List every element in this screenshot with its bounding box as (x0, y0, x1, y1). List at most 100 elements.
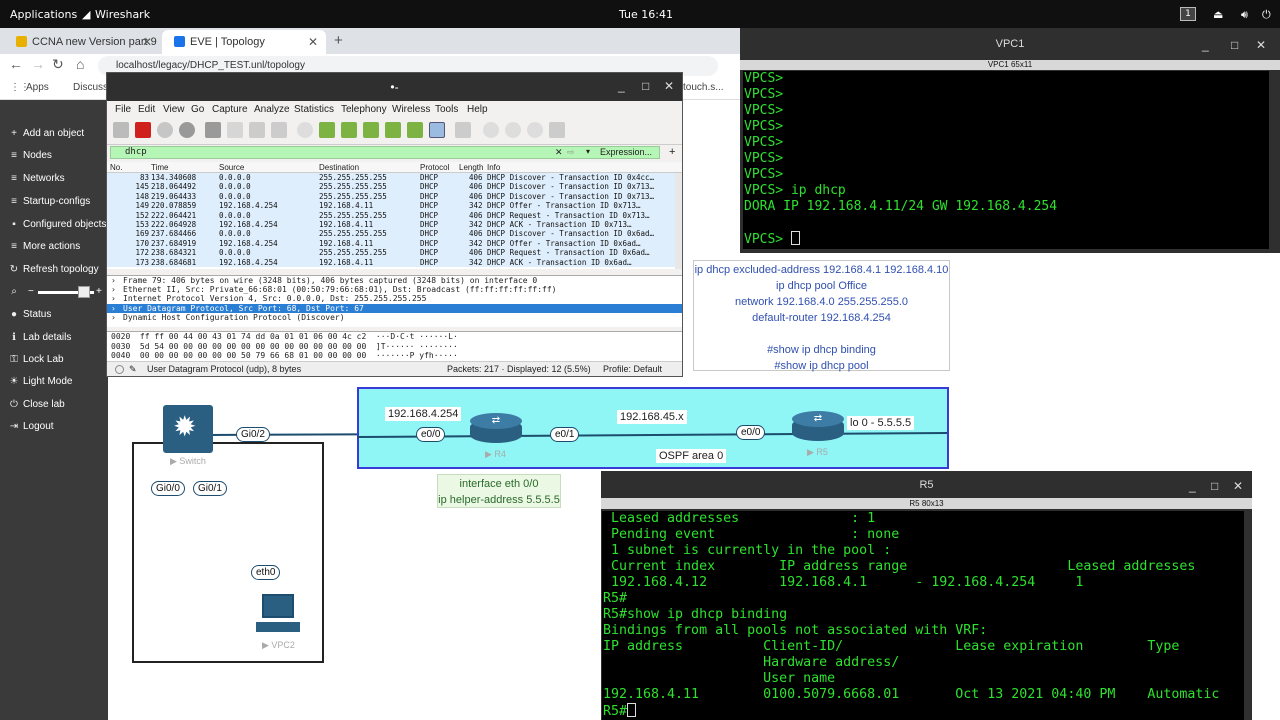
col-destination[interactable]: Destination (319, 163, 359, 172)
packet-row[interactable]: 173 238.684681 192.168.4.254 192.168.4.11 DH… (107, 257, 675, 267)
col-time[interactable]: Time (151, 163, 168, 172)
r5-router-icon[interactable]: ⇄ (792, 409, 844, 443)
resize-columns-icon[interactable] (549, 122, 565, 138)
console-prompt-line[interactable]: R5# (603, 703, 1244, 719)
minimize-icon[interactable]: _ (1189, 479, 1196, 493)
sidebar-item-add-object[interactable]: + Add an object (8, 128, 84, 148)
close-icon[interactable]: ✕ (1256, 38, 1266, 52)
iface-r5-e00[interactable]: e0/0 (736, 425, 766, 440)
iface-r4-e01[interactable]: e0/1 (550, 427, 580, 442)
sidebar-item-startup-configs[interactable]: ≡ Startup-configs (8, 196, 90, 216)
bookmark-apps[interactable]: Apps (26, 82, 49, 93)
vpc2-computer-icon[interactable] (254, 594, 302, 636)
minimize-icon[interactable]: _ (618, 79, 625, 93)
minimize-icon[interactable]: _ (1202, 38, 1209, 52)
close-file-icon[interactable] (249, 122, 265, 138)
start-capture-icon[interactable] (113, 122, 129, 138)
detail-udp[interactable]: › User Datagram Protocol, Src Port: 68, D… (107, 303, 682, 313)
zoom-out-icon[interactable] (505, 122, 521, 138)
detail-ipv4[interactable]: › Internet Protocol Version 4, Src: 0.0.0… (107, 294, 682, 303)
packet-row[interactable]: 172 238.684321 0.0.0.0 255.255.255.255 DHCP 4… (107, 248, 675, 258)
sidebar-item-configured-objects[interactable]: ▪ Configured objects (8, 219, 106, 239)
go-to-packet-icon[interactable] (363, 122, 379, 138)
forward-icon[interactable]: → (31, 56, 45, 72)
tab-eve-topology[interactable]: EVE | Topology ✕ (162, 30, 326, 54)
clock[interactable]: Tue 16:41 (619, 8, 673, 21)
bookmark-discuss[interactable]: Discuss (73, 82, 108, 93)
menu-go[interactable]: Go (191, 104, 204, 115)
maximize-icon[interactable]: □ (1231, 38, 1238, 52)
sidebar-item-lab-details[interactable]: ℹ Lab details (8, 332, 71, 352)
sidebar-item-nodes[interactable]: ≡ Nodes (8, 150, 52, 170)
maximize-icon[interactable]: □ (1211, 479, 1218, 493)
packet-row[interactable]: 149 220.078859 192.168.4.254 192.168.4.11 DH… (107, 201, 675, 211)
maximize-icon[interactable]: □ (642, 79, 649, 93)
packet-row[interactable]: 153 222.064928 192.168.4.254 192.168.4.11 DH… (107, 219, 675, 230)
tab-close-icon[interactable]: ✕ (308, 35, 318, 49)
menu-view[interactable]: View (163, 104, 185, 115)
capture-status-icon[interactable] (115, 365, 124, 374)
go-forward-icon[interactable] (341, 122, 357, 138)
tab-ccna[interactable]: CCNA new Version part 9 ✕ (4, 30, 160, 54)
detail-dhcp[interactable]: › Dynamic Host Configuration Protocol (Di… (107, 313, 682, 322)
go-back-icon[interactable] (319, 122, 335, 138)
iface-sw-gi01[interactable]: Gi0/1 (193, 481, 227, 496)
zoom-plus-icon[interactable]: + (96, 286, 102, 297)
expand-icon[interactable]: › (111, 285, 116, 294)
stop-capture-icon[interactable] (135, 122, 151, 138)
expression-button[interactable]: Expression... (600, 147, 652, 157)
col-protocol[interactable]: Protocol (420, 163, 449, 172)
iface-sw-gi00[interactable]: Gi0/0 (151, 481, 185, 496)
r4-router-icon[interactable]: ⇄ (470, 411, 522, 445)
tab-close-icon[interactable]: ✕ (142, 35, 152, 49)
menu-capture[interactable]: Capture (212, 104, 248, 115)
packet-row[interactable]: 83 134.340608 0.0.0.0 255.255.255.255 DHCP 40… (107, 173, 675, 183)
bookmark-touch[interactable]: touch.s... (683, 82, 724, 93)
r5-terminal-window[interactable]: R5 _ □ ✕ R5 80x13 Leased addresses : 1 P… (601, 471, 1252, 720)
first-packet-icon[interactable] (385, 122, 401, 138)
status-profile[interactable]: Profile: Default (603, 364, 662, 374)
switch-icon[interactable]: ✹ (163, 405, 213, 453)
sidebar-item-status[interactable]: ● Status (8, 309, 51, 329)
power-icon[interactable]: ⏻ (1262, 8, 1271, 22)
detail-ethernet[interactable]: › Ethernet II, Src: Private_66:68:01 (00:… (107, 285, 682, 294)
edit-comment-icon[interactable]: ✎ (129, 364, 137, 375)
packet-list-scrollbar[interactable] (675, 173, 682, 269)
packet-bytes-pane[interactable]: 0020 ff ff 00 44 00 43 01 74 dd 0a 01 01… (107, 331, 682, 361)
menu-wireless[interactable]: Wireless (392, 104, 430, 115)
applications-menu[interactable]: Applications (10, 8, 77, 21)
sidebar-item-lock-lab[interactable]: ⚿ Lock Lab (8, 354, 63, 374)
expand-icon[interactable]: › (111, 294, 116, 303)
find-packet-icon[interactable] (297, 122, 313, 138)
expand-icon[interactable]: › (111, 313, 116, 322)
zoom-control[interactable]: ⌕ − + (8, 286, 102, 306)
packet-row[interactable]: 169 237.684466 0.0.0.0 255.255.255.255 DHCP 4… (107, 229, 675, 239)
expand-icon[interactable]: › (111, 304, 116, 313)
wireshark-title[interactable]: •- (107, 73, 682, 101)
menu-analyze[interactable]: Analyze (254, 104, 290, 115)
new-tab-icon[interactable]: + (334, 32, 343, 49)
capture-options-icon[interactable] (179, 122, 195, 138)
menu-tools[interactable]: Tools (435, 104, 458, 115)
autoscroll-icon[interactable] (429, 122, 445, 138)
packet-row[interactable]: 148 219.064433 0.0.0.0 255.255.255.255 DHCP 4… (107, 191, 675, 202)
menu-file[interactable]: File (115, 104, 131, 115)
home-icon[interactable]: ⌂ (76, 56, 84, 72)
restart-capture-icon[interactable] (157, 122, 173, 138)
active-app-label[interactable]: Wireshark (95, 8, 150, 21)
normal-size-icon[interactable] (527, 122, 543, 138)
col-info[interactable]: Info (487, 163, 500, 172)
eject-icon[interactable]: ⏏ (1213, 8, 1223, 21)
r5-window-title[interactable]: R5 (601, 471, 1252, 497)
packet-details-pane[interactable]: › Frame 79: 406 bytes on wire (3248 bits)… (107, 275, 682, 327)
vpc1-window-title[interactable]: VPC1 (740, 28, 1280, 60)
wireshark-window[interactable]: •- _ □ ✕ File Edit View Go Capture Analy… (106, 72, 683, 377)
iface-vpc2-eth0[interactable]: eth0 (251, 565, 281, 580)
reload-file-icon[interactable] (271, 122, 287, 138)
close-icon[interactable]: ✕ (664, 79, 674, 93)
vpc1-terminal-window[interactable]: VPC1 _ □ ✕ VPC1 65x11 VPCS> VPCS> VPCS> … (740, 28, 1280, 253)
menu-edit[interactable]: Edit (138, 104, 155, 115)
menu-help[interactable]: Help (467, 104, 488, 115)
back-icon[interactable]: ← (9, 56, 23, 72)
iface-sw-gi02[interactable]: Gi0/2 (236, 427, 270, 442)
